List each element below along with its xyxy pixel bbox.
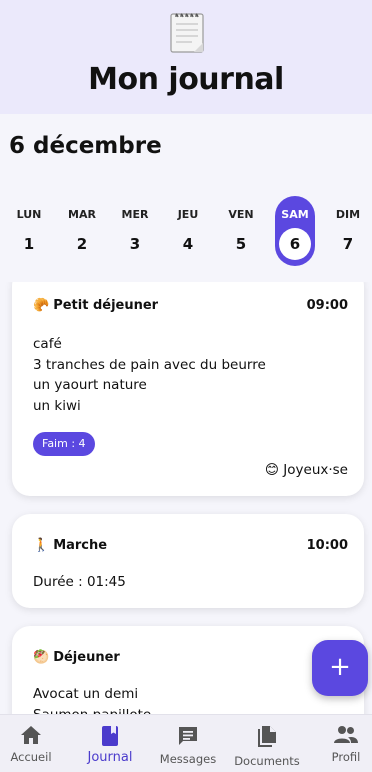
documents-icon [258, 726, 276, 747]
entry-title: 🥐 Petit déjeuner [33, 298, 158, 313]
entry-notes: café 3 tranches de pain avec du beurre u… [33, 334, 266, 416]
bottom-nav: Accueil Journal Messages Documents Profi… [0, 714, 372, 772]
day-number: 3 [129, 235, 141, 253]
page-title: Mon journal [88, 62, 284, 97]
note-line: 3 tranches de pain avec du beurre [33, 356, 266, 373]
day-number: 6 [279, 228, 311, 260]
mood-label: 😊 Joyeux·se [265, 462, 348, 478]
day-name: MER [121, 208, 149, 221]
nav-label: Documents [234, 754, 300, 768]
people-icon [334, 726, 358, 743]
day-fri[interactable]: VEN 5 [221, 196, 261, 266]
book-icon [102, 726, 118, 746]
nav-accueil[interactable]: Accueil [0, 715, 62, 772]
entry-time: 10:00 [306, 538, 348, 553]
note-line: café [33, 336, 62, 352]
notepad-icon [170, 13, 204, 53]
day-mon[interactable]: LUN 1 [9, 196, 49, 266]
entry-notes: Avocat un demi Saumon papillote [33, 684, 151, 714]
day-thu[interactable]: JEU 4 [168, 196, 208, 266]
entry-title-label: Petit déjeuner [53, 298, 159, 313]
day-number: 2 [76, 235, 88, 253]
day-sat-selected[interactable]: SAM 6 [275, 196, 315, 266]
day-wed[interactable]: MER 3 [115, 196, 155, 266]
nav-label: Journal [87, 750, 133, 765]
entry-title-label: Marche [53, 538, 108, 553]
day-name: SAM [281, 208, 309, 221]
add-entry-button[interactable]: + [312, 640, 368, 696]
walking-icon: 🚶 [33, 538, 50, 553]
flatbread-icon: 🥙 [33, 650, 50, 665]
message-icon [179, 727, 197, 745]
entry-card-walk[interactable]: 🚶 Marche 10:00 Durée : 01:45 [12, 514, 364, 608]
nav-label: Messages [159, 752, 217, 766]
note-line: un kiwi [33, 397, 81, 414]
entry-card-breakfast[interactable]: 🥐 Petit déjeuner 09:00 café 3 tranches de… [12, 282, 364, 496]
nav-label: Accueil [10, 750, 52, 764]
day-tue[interactable]: MAR 2 [62, 196, 102, 266]
day-name: LUN [16, 208, 42, 221]
note-line: Saumon papillote [33, 705, 151, 715]
home-icon [21, 726, 41, 744]
day-number: 1 [23, 235, 35, 253]
day-number: 7 [342, 235, 354, 253]
app-header: Mon journal [0, 0, 372, 114]
entry-duration: Durée : 01:45 [33, 574, 126, 590]
day-name: JEU [177, 208, 199, 221]
nav-documents[interactable]: Documents [230, 715, 304, 772]
day-name: MAR [68, 208, 96, 221]
day-name: VEN [228, 208, 254, 221]
day-number: 5 [235, 235, 247, 253]
entry-title: 🚶 Marche [33, 538, 107, 553]
note-line: un yaourt nature [33, 377, 147, 393]
entry-time: 09:00 [306, 298, 348, 313]
day-number: 4 [182, 235, 194, 253]
entry-title-label: Déjeuner [53, 650, 120, 665]
mood-text: Joyeux·se [283, 462, 348, 478]
week-selector: LUN 1 MAR 2 MER 3 JEU 4 VEN 5 SAM 6 DIM … [0, 196, 372, 268]
nav-messages[interactable]: Messages [156, 715, 220, 772]
smile-icon: 😊 [264, 462, 279, 478]
date-title: 6 décembre [9, 133, 162, 159]
nav-journal[interactable]: Journal [80, 715, 140, 772]
note-line: Avocat un demi [33, 686, 139, 702]
entry-title: 🥙 Déjeuner [33, 650, 120, 665]
croissant-icon: 🥐 [33, 298, 50, 313]
nav-label: Profil [331, 750, 361, 764]
day-name: DIM [335, 208, 361, 221]
day-sun[interactable]: DIM 7 [328, 196, 368, 266]
nav-profil[interactable]: Profil [322, 715, 370, 772]
hunger-badge: Faim : 4 [33, 432, 95, 456]
